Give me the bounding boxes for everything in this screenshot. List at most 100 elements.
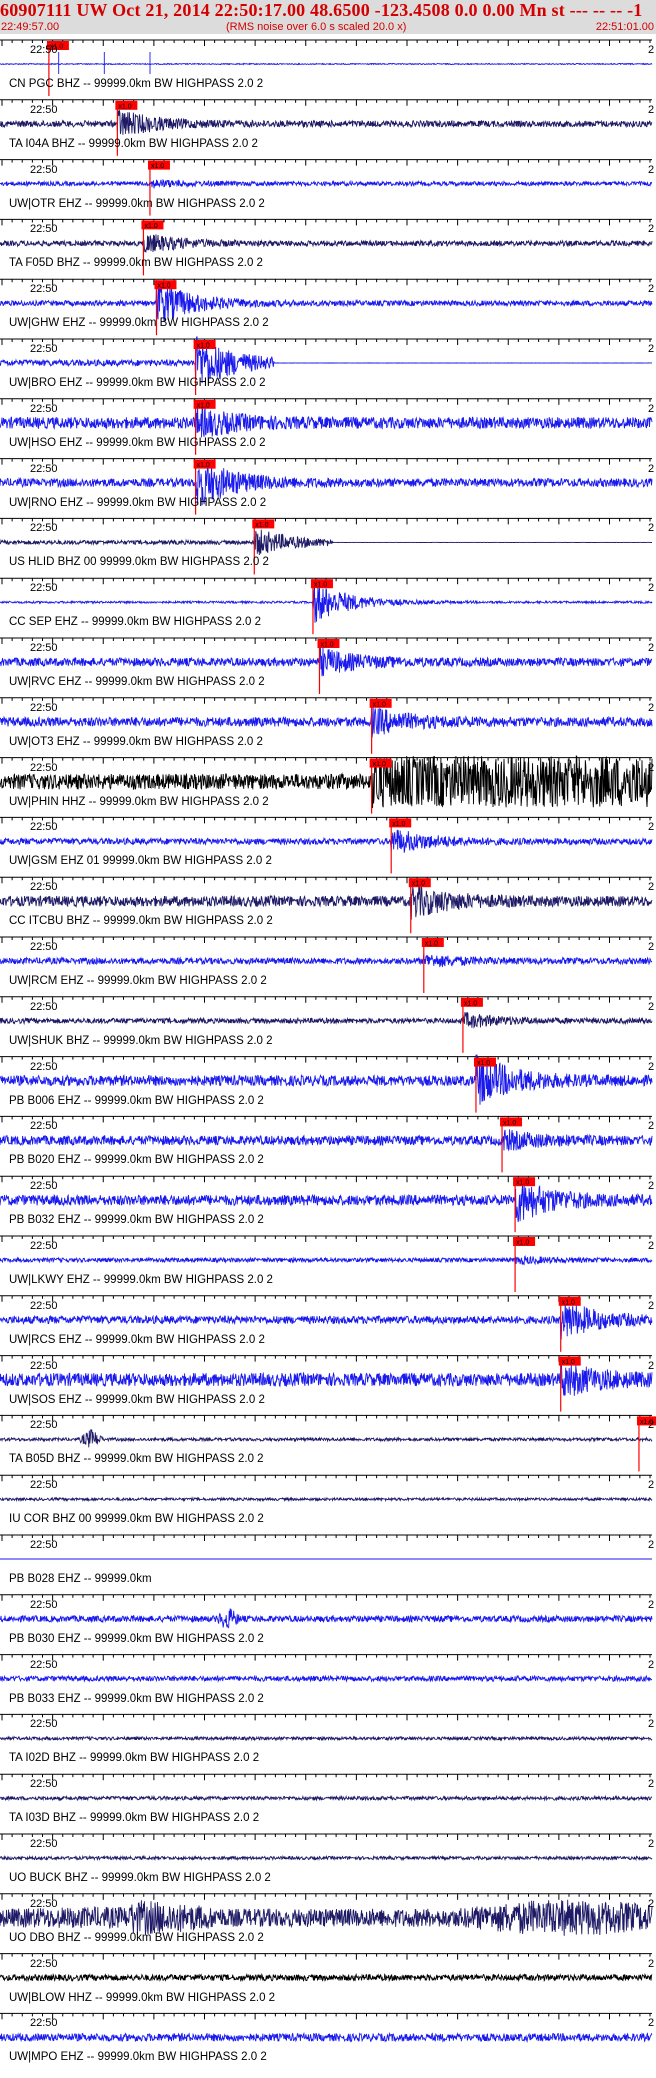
waveform	[0, 1735, 653, 1742]
right-edge-label: 2	[648, 283, 655, 296]
minute-tick-label: 22:50	[30, 1539, 58, 1551]
minute-tick-label: 22:50	[30, 941, 58, 953]
right-edge-label: 2	[648, 1359, 655, 1372]
trace-row	[0, 1654, 652, 1683]
waveform	[0, 1972, 653, 1983]
right-edge-label: 2	[648, 1060, 655, 1073]
waveform	[0, 109, 653, 135]
right-edge-label: 2	[648, 1897, 655, 1910]
time-start-label: 22:49:57.00	[1, 21, 60, 33]
channel-label: UW|RCM EHZ -- 99999.0km BW HIGHPASS 2.0 …	[9, 975, 267, 987]
minute-tick-label: 22:50	[30, 1838, 58, 1850]
minute-tick-label: 22:50	[30, 44, 58, 56]
waveform	[0, 1608, 653, 1629]
channel-label: UW|OT3 EHZ -- 99999.0km BW HIGHPASS 2.0 …	[9, 735, 263, 748]
right-edge-label: 2	[648, 941, 655, 953]
right-edge-label: 2	[648, 163, 655, 176]
minute-tick-label: 22:50	[30, 582, 58, 595]
minute-tick-label: 22:50	[30, 462, 58, 475]
pick-marker-label: x1.0	[425, 941, 438, 948]
minute-tick-label: 22:50	[30, 1000, 58, 1013]
waveform	[0, 1674, 652, 1683]
minute-tick-label: 22:50	[30, 1479, 58, 1492]
minute-tick-label: 22:50	[30, 881, 58, 894]
waveform	[0, 829, 653, 853]
minute-tick-label: 22:50	[30, 343, 58, 355]
waveform	[0, 1255, 653, 1266]
channel-label: PB B028 EHZ -- 99999.0km	[9, 1573, 152, 1585]
channel-label: PB B006 EHZ -- 99999.0km BW HIGHPASS 2.0…	[9, 1094, 264, 1107]
waveform	[0, 1854, 653, 1862]
right-edge-label: 2	[648, 2017, 655, 2030]
minute-tick-label: 22:50	[30, 1240, 58, 1252]
right-edge-label: 2	[648, 701, 655, 714]
header-bar: 60907111 UW Oct 21, 2014 22:50:17.00 48.…	[0, 0, 656, 34]
minute-tick-label: 22:50	[30, 1299, 58, 1312]
channel-label: UW|LKWY EHZ -- 99999.0km BW HIGHPASS 2.0…	[9, 1274, 273, 1286]
trace-canvas: x1.0 x1.0 x1.0 x1.0 x1.0 x1.0 x1.0 x1.0 x1.0 x1.0…	[0, 39, 656, 2043]
right-edge-label: 2	[648, 1539, 655, 1551]
waveform	[0, 1899, 653, 1936]
pick-marker-label: x1.0	[392, 821, 405, 828]
waveform	[0, 1011, 653, 1029]
pick-marker-label: x1.0	[562, 1359, 575, 1366]
minute-tick-label: 22:50	[30, 522, 58, 535]
channel-label: CC ITCBU BHZ -- 99999.0km BW HIGHPASS 2.…	[9, 915, 273, 928]
channel-label: UO BUCK BHZ -- 99999.0km BW HIGHPASS 2.0…	[9, 1872, 271, 1884]
minute-tick-label: 22:50	[30, 1120, 58, 1133]
right-edge-label: 2	[648, 1658, 655, 1671]
minute-tick-label: 22:50	[30, 1957, 58, 1970]
right-edge-label: 2	[648, 462, 655, 475]
seismogram-plot: x1.0 x1.0 x1.0 x1.0 x1.0 x1.0 x1.0 x1.0 x1.0 x1.0…	[0, 34, 656, 2078]
right-edge-label: 2	[648, 522, 655, 535]
channel-label: TA I04A BHZ -- 99999.0km BW HIGHPASS 2.0…	[9, 137, 258, 150]
channel-label: PB B020 EHZ -- 99999.0km BW HIGHPASS 2.0…	[9, 1154, 264, 1167]
channel-label: UW|MPO EHZ -- 99999.0km BW HIGHPASS 2.0 …	[9, 2051, 267, 2064]
minute-tick-label: 22:50	[30, 1180, 58, 1193]
right-edge-label: 2	[648, 1299, 655, 1312]
channel-label: IU COR BHZ 00 99999.0km BW HIGHPASS 2.0 …	[9, 1513, 264, 1526]
pick-marker-label: x1.0	[373, 761, 386, 768]
minute-tick-label: 22:50	[30, 1419, 58, 1432]
pick-marker-label: x1.0	[118, 103, 131, 110]
pick-marker-label: x1.0	[562, 1299, 575, 1306]
right-edge-label: 2	[648, 1718, 655, 1731]
minute-tick-label: 22:50	[30, 1359, 58, 1372]
pick-marker-label: x1.0	[516, 1240, 529, 1247]
trace-row	[0, 1713, 653, 1742]
minute-tick-label: 22:50	[30, 283, 58, 296]
minute-tick-label: 22:50	[30, 223, 58, 236]
right-edge-label: 2	[648, 1838, 655, 1850]
waveform	[0, 52, 653, 74]
right-edge-label: 2	[648, 1778, 655, 1791]
channel-label: CC SEP EHZ -- 99999.0km BW HIGHPASS 2.0 …	[9, 616, 262, 629]
waveform	[0, 1360, 653, 1396]
event-title: 60907111 UW Oct 21, 2014 22:50:17.00 48.…	[0, 0, 643, 20]
pick-marker-label: x1.0	[314, 582, 327, 589]
trace-row	[0, 1474, 653, 1503]
channel-label: PB B030 EHZ -- 99999.0km BW HIGHPASS 2.0…	[9, 1632, 264, 1645]
minute-tick-label: 22:50	[30, 103, 58, 116]
trace-row	[0, 1893, 653, 1936]
minute-tick-label: 22:50	[30, 163, 58, 176]
channel-label: UW|RNO EHZ -- 99999.0km BW HIGHPASS 2.0 …	[9, 496, 267, 509]
channel-label: TA B05D BHZ -- 99999.0km BW HIGHPASS 2.0…	[9, 1453, 264, 1466]
right-edge-label: 2	[648, 1479, 655, 1492]
minute-tick-label: 22:50	[30, 1658, 58, 1671]
minute-tick-label: 22:50	[30, 2017, 58, 2030]
channel-label: PB B032 EHZ -- 99999.0km BW HIGHPASS 2.0…	[9, 1214, 264, 1227]
channel-label: PB B033 EHZ -- 99999.0km BW HIGHPASS 2.0…	[9, 1692, 264, 1705]
right-edge-label: 2	[648, 1240, 655, 1252]
time-end-label: 22:51:01.00	[595, 21, 654, 33]
minute-tick-label: 22:50	[30, 642, 58, 654]
right-edge-label: 2	[648, 881, 655, 894]
trace-row	[0, 1833, 653, 1862]
pick-marker-label: x1.0	[412, 881, 425, 888]
waveform	[0, 706, 653, 738]
right-edge-label: 2	[648, 582, 655, 595]
pick-marker-label: x1.0	[373, 701, 386, 708]
rms-note: (RMS noise over 6.0 s scaled 20.0 x)	[226, 21, 407, 33]
right-edge-label: 2	[648, 343, 655, 355]
minute-tick-label: 22:50	[30, 761, 58, 774]
channel-label: UW|SOS EHZ -- 99999.0km BW HIGHPASS 2.0 …	[9, 1393, 265, 1406]
